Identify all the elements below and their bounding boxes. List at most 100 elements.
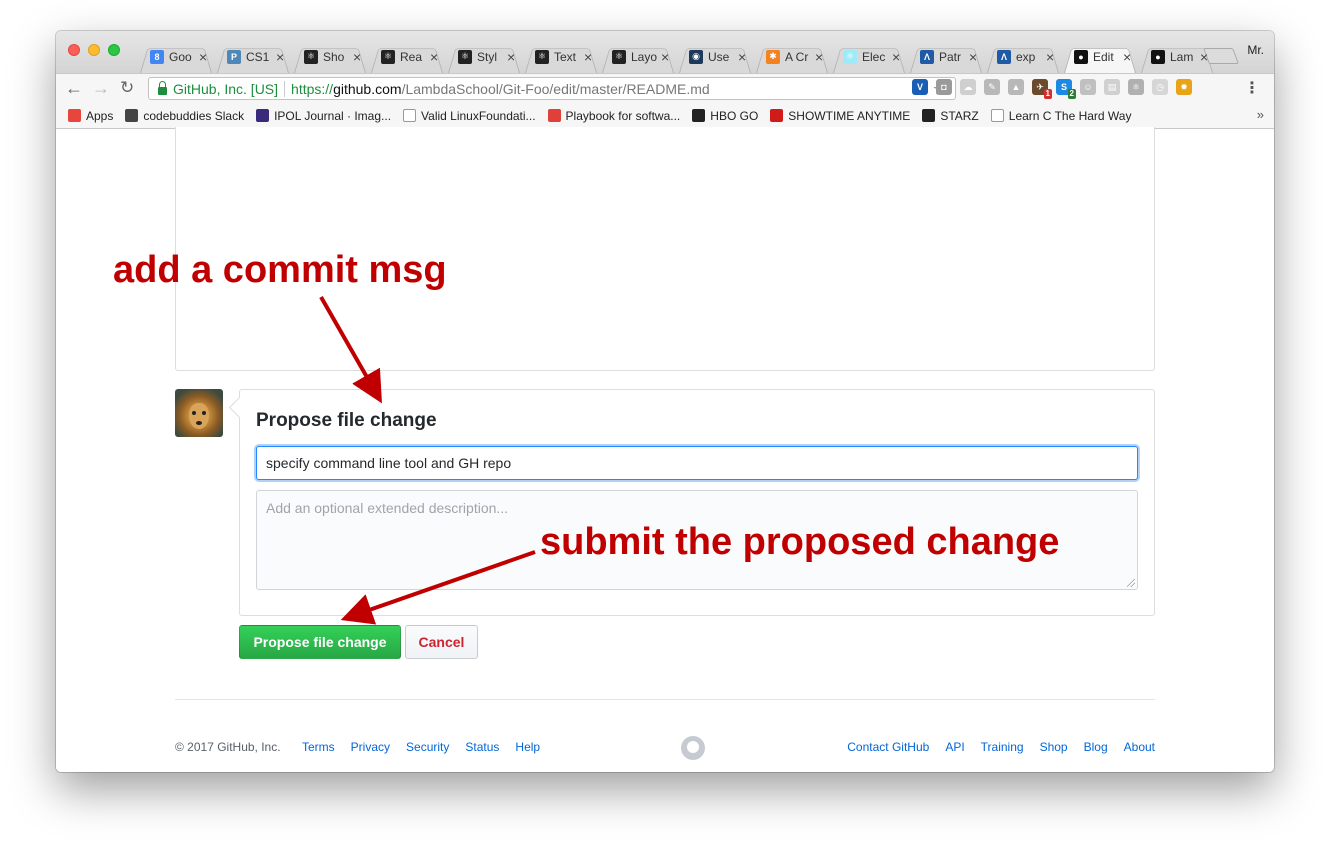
footer-links-right: Contact GitHub API Training Shop Blog About xyxy=(847,740,1155,754)
tab[interactable]: ⚛ Rea × xyxy=(367,40,447,73)
tab[interactable]: ● Lam × xyxy=(1137,40,1217,73)
bookmark-item[interactable]: HBO GO xyxy=(692,109,758,123)
github-edit-page: Propose file change specify command line… xyxy=(56,127,1274,772)
tab-title: Edit xyxy=(1093,49,1114,64)
tab-title: Styl xyxy=(477,49,498,64)
dog-eye-left xyxy=(192,411,196,415)
github-octocat-icon[interactable] xyxy=(681,736,705,760)
footer-link[interactable]: Security xyxy=(406,740,449,754)
browser-menu-icon[interactable]: ⋮ xyxy=(1244,78,1260,98)
skype-extension-icon[interactable]: S2 xyxy=(1056,79,1076,99)
tab[interactable]: Λexp × xyxy=(983,40,1063,73)
tab-title: Patr xyxy=(939,49,962,64)
tab[interactable]: ◉ Use × xyxy=(675,40,755,73)
react-icon: ⚛ xyxy=(535,49,549,64)
github-icon: ● xyxy=(1151,49,1165,64)
back-icon[interactable]: ← xyxy=(65,78,83,98)
bookmark-item[interactable]: IPOL Journal · Imag... xyxy=(256,109,391,123)
tab[interactable]: Λ Patr × xyxy=(906,40,986,73)
tab[interactable]: ⚛ Layo × xyxy=(598,40,678,73)
bookmark-item[interactable]: STARZ xyxy=(922,108,979,123)
tab-close-icon[interactable]: × xyxy=(507,50,515,64)
tab[interactable]: ⚛ Elec × xyxy=(829,40,909,73)
lambda-icon: Λ xyxy=(920,49,934,64)
tab[interactable]: ⚛ Sho × xyxy=(290,40,370,73)
commit-message-input[interactable]: specify command line tool and GH repo xyxy=(256,446,1138,480)
react-icon: ⚛ xyxy=(458,49,472,64)
tab[interactable]: ● Edit × xyxy=(1060,40,1140,73)
footer-link[interactable]: Contact GitHub xyxy=(847,740,929,754)
vimeo-extension-icon[interactable]: V xyxy=(912,79,928,95)
tab-close-icon[interactable]: × xyxy=(1123,50,1131,64)
bookmark-label: Playbook for softwa... xyxy=(565,108,681,123)
profile-name[interactable]: Mr. xyxy=(1247,43,1264,57)
user-extension-icon[interactable]: ☺ xyxy=(1080,79,1096,95)
circle-icon: ◉ xyxy=(689,49,703,64)
bookmarks-overflow-icon[interactable]: » xyxy=(1257,107,1264,122)
camera-extension-icon[interactable]: ◘ xyxy=(936,79,952,95)
textarea-resize-handle[interactable] xyxy=(1127,579,1135,587)
footer-link[interactable]: Shop xyxy=(1040,740,1068,754)
site-footer: © 2017 GitHub, Inc. Terms Privacy Security… xyxy=(175,736,1155,760)
bookmark-item[interactable]: codebuddies Slack xyxy=(125,109,244,123)
bookmark-item[interactable]: Valid LinuxFoundati... xyxy=(403,109,536,123)
tab-close-icon[interactable]: × xyxy=(1046,50,1054,64)
tab[interactable]: ⚛ Text × xyxy=(521,40,601,73)
sun-extension-icon[interactable]: ✹ xyxy=(1176,79,1192,95)
bookmark-label: IPOL Journal · Imag... xyxy=(274,108,392,123)
tab[interactable]: ✱ A Cr × xyxy=(752,40,832,73)
tab[interactable]: P CS1 × xyxy=(213,40,293,73)
extension-icons: V ◘ ☁ ✎ ▲ ✈ 1 S2 ☺ ▤ ⚛ ◷ ✹ xyxy=(912,79,1192,99)
bookmark-item[interactable]: Apps xyxy=(68,109,113,123)
propose-file-change-button[interactable]: Propose file change xyxy=(239,625,401,659)
tab-close-icon[interactable]: × xyxy=(430,50,438,64)
avatar[interactable] xyxy=(175,389,223,437)
window-minimize-button[interactable] xyxy=(88,44,100,56)
p-icon: P xyxy=(227,49,241,64)
cloud-extension-icon[interactable]: ☁ xyxy=(960,79,976,95)
bookmark-label: STARZ xyxy=(940,108,979,123)
tab-close-icon[interactable]: × xyxy=(584,50,592,64)
footer-link[interactable]: API xyxy=(945,740,964,754)
s-icon xyxy=(922,109,936,122)
tab[interactable]: ⚛ Styl × xyxy=(444,40,524,73)
page-icon xyxy=(403,109,417,122)
tab-close-icon[interactable]: × xyxy=(661,50,669,64)
window-close-button[interactable] xyxy=(68,44,80,56)
tab-close-icon[interactable]: × xyxy=(969,50,977,64)
tab[interactable]: 8 Goo × xyxy=(136,40,216,73)
react-extension-icon[interactable]: ⚛ xyxy=(1128,79,1144,95)
cancel-button[interactable]: Cancel xyxy=(405,625,478,659)
pin-extension-icon[interactable]: ✎ xyxy=(984,79,1000,95)
bookmark-label: Apps xyxy=(86,108,114,123)
clock-extension-icon[interactable]: ◷ xyxy=(1152,79,1168,95)
tab-close-icon[interactable]: × xyxy=(738,50,746,64)
footer-link[interactable]: Status xyxy=(465,740,499,754)
footer-link[interactable]: Terms xyxy=(302,740,335,754)
footer-link[interactable]: About xyxy=(1124,740,1155,754)
address-bar[interactable]: GitHub, Inc. [US] https://github.com/Lam… xyxy=(148,77,956,100)
doc-extension-icon[interactable]: ▤ xyxy=(1104,79,1120,95)
bookmark-item[interactable]: Playbook for softwa... xyxy=(547,108,681,123)
window-maximize-button[interactable] xyxy=(108,44,120,56)
tab-close-icon[interactable]: × xyxy=(199,50,207,64)
bookmark-item[interactable]: SHOWTIME ANYTIME xyxy=(770,109,910,123)
footer-link[interactable]: Blog xyxy=(1084,740,1108,754)
tab-close-icon[interactable]: × xyxy=(815,50,823,64)
reload-icon[interactable]: ↻ xyxy=(120,78,134,98)
ship-extension-icon[interactable]: ✈ 1 xyxy=(1032,79,1052,99)
tab-close-icon[interactable]: × xyxy=(892,50,900,64)
new-tab-button[interactable] xyxy=(1203,48,1239,64)
bookmarks-bar: Apps codebuddies Slack IPOL Journal · Imag… xyxy=(56,103,1274,129)
footer-link[interactable]: Training xyxy=(981,740,1024,754)
google-docs-icon: 8 xyxy=(150,49,164,64)
bookmark-label: HBO GO xyxy=(710,108,759,123)
tab-close-icon[interactable]: × xyxy=(276,50,284,64)
forward-icon[interactable]: → xyxy=(92,78,110,98)
bookmark-item[interactable]: Learn C The Hard Way xyxy=(990,109,1131,123)
drive-extension-icon[interactable]: ▲ xyxy=(1008,79,1024,95)
footer-link[interactable]: Privacy xyxy=(351,740,390,754)
footer-link[interactable]: Help xyxy=(515,740,540,754)
tab-close-icon[interactable]: × xyxy=(353,50,361,64)
tab-close-icon[interactable]: × xyxy=(1200,50,1208,64)
